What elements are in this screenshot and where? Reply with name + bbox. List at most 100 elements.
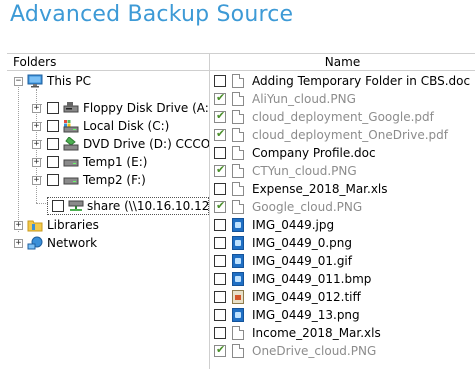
local-disk-icon <box>63 119 79 133</box>
file-row[interactable]: Expense_2018_Mar.xls <box>210 180 475 198</box>
document-icon <box>232 146 244 160</box>
file-name: Company Profile.doc <box>252 146 376 160</box>
tree-node-label: Temp1 (E:) <box>83 155 148 169</box>
file-checkbox[interactable] <box>214 219 226 231</box>
image-file-icon <box>232 254 244 268</box>
tree-node-label: Local Disk (C:) <box>83 119 170 133</box>
file-row[interactable]: Company Profile.doc <box>210 144 475 162</box>
file-row[interactable]: OneDrive_cloud.PNG <box>210 342 475 360</box>
tree-node-temp1[interactable]: + Temp1 (E:) <box>7 153 147 171</box>
file-row[interactable]: AliYun_cloud.PNG <box>210 90 475 108</box>
expand-icon[interactable]: + <box>14 220 23 230</box>
expand-icon[interactable]: + <box>32 175 41 185</box>
file-name: Expense_2018_Mar.xls <box>252 182 388 196</box>
floppy-drive-icon <box>63 101 79 115</box>
files-pane: Name Adding Temporary Folder in CBS.doc A… <box>209 53 475 369</box>
tree-node-dvd-drive[interactable]: + DVD Drive (D:) CCCOM <box>7 135 209 153</box>
tree-node-temp2[interactable]: + Temp2 (F:) <box>7 171 146 189</box>
document-icon <box>232 164 244 178</box>
expand-icon[interactable]: + <box>14 238 23 248</box>
file-row[interactable]: Income_2018_Mar.xls <box>210 324 475 342</box>
file-name: IMG_0449_011.bmp <box>252 272 372 286</box>
file-checkbox[interactable] <box>214 199 226 213</box>
file-name: cloud_deployment_OneDrive.pdf <box>252 128 448 142</box>
folder-tree: − This PC + Floppy Disk Drive (A:) + Loc… <box>7 71 209 369</box>
file-checkbox[interactable] <box>214 147 226 159</box>
image-file-icon <box>232 272 244 286</box>
file-row[interactable]: IMG_0449_011.bmp <box>210 270 475 288</box>
file-row[interactable]: Adding Temporary Folder in CBS.doc <box>210 72 475 90</box>
page-title: Advanced Backup Source <box>10 2 294 27</box>
file-row[interactable]: cloud_deployment_OneDrive.pdf <box>210 126 475 144</box>
tree-node-label: Floppy Disk Drive (A:) <box>83 101 209 115</box>
file-checkbox[interactable] <box>214 309 226 321</box>
file-name: IMG_0449_13.png <box>252 308 360 322</box>
network-icon <box>27 236 43 250</box>
file-name: IMG_0449_012.tiff <box>252 290 361 304</box>
file-row[interactable]: cloud_deployment_Google.pdf <box>210 108 475 126</box>
tree-node-label: This PC <box>47 74 91 88</box>
network-drive-icon <box>68 199 84 213</box>
image-file-icon <box>232 290 244 304</box>
file-checkbox[interactable] <box>214 91 226 105</box>
tree-node-checkbox[interactable] <box>47 174 59 186</box>
file-row[interactable]: IMG_0449_13.png <box>210 306 475 324</box>
collapse-icon[interactable]: − <box>14 76 23 86</box>
file-row[interactable]: Google_cloud.PNG <box>210 198 475 216</box>
file-name: IMG_0449.jpg <box>252 218 335 232</box>
document-icon <box>232 128 244 142</box>
file-checkbox[interactable] <box>214 237 226 249</box>
tree-node-floppy-drive[interactable]: + Floppy Disk Drive (A:) <box>7 99 209 117</box>
tree-node-this-pc[interactable]: − This PC <box>7 72 91 90</box>
file-name: CTYun_cloud.PNG <box>252 164 357 178</box>
file-checkbox[interactable] <box>214 273 226 285</box>
tree-node-checkbox[interactable] <box>47 138 59 150</box>
tree-node-checkbox[interactable] <box>47 120 59 132</box>
document-icon <box>232 182 244 196</box>
file-checkbox[interactable] <box>214 291 226 303</box>
file-row[interactable]: IMG_0449.jpg <box>210 216 475 234</box>
tree-node-label: Temp2 (F:) <box>83 173 146 187</box>
document-icon <box>232 110 244 124</box>
file-checkbox[interactable] <box>214 127 226 141</box>
file-name: AliYun_cloud.PNG <box>252 92 356 106</box>
libraries-icon <box>27 218 43 232</box>
document-icon <box>232 74 244 88</box>
tree-node-label: Network <box>47 236 98 250</box>
file-row[interactable]: IMG_0449_0.png <box>210 234 475 252</box>
image-file-icon <box>232 308 244 322</box>
file-checkbox[interactable] <box>214 163 226 177</box>
monitor-icon <box>27 74 43 88</box>
name-column-header[interactable]: Name <box>210 53 475 71</box>
file-name: Income_2018_Mar.xls <box>252 326 381 340</box>
drive-icon <box>63 155 79 169</box>
file-row[interactable]: IMG_0449_01.gif <box>210 252 475 270</box>
file-checkbox[interactable] <box>214 327 226 339</box>
drive-icon <box>63 173 79 187</box>
file-checkbox[interactable] <box>214 183 226 195</box>
tree-node-checkbox[interactable] <box>52 200 64 212</box>
file-name: OneDrive_cloud.PNG <box>252 344 377 358</box>
tree-node-share[interactable]: share (\\10.16.10.12) ( <box>47 197 209 215</box>
file-checkbox[interactable] <box>214 343 226 357</box>
expand-icon[interactable]: + <box>32 121 41 131</box>
file-name: Adding Temporary Folder in CBS.doc <box>252 74 471 88</box>
expand-icon[interactable]: + <box>32 139 41 149</box>
file-checkbox[interactable] <box>214 255 226 267</box>
tree-node-local-disk[interactable]: + Local Disk (C:) <box>7 117 169 135</box>
tree-node-checkbox[interactable] <box>47 102 59 114</box>
tree-node-network[interactable]: + Network <box>7 234 97 252</box>
tree-node-label: Libraries <box>47 218 99 232</box>
tree-node-libraries[interactable]: + Libraries <box>7 216 99 234</box>
expand-icon[interactable]: + <box>32 157 41 167</box>
file-name: IMG_0449_01.gif <box>252 254 352 268</box>
file-row[interactable]: IMG_0449_012.tiff <box>210 288 475 306</box>
tree-node-label: DVD Drive (D:) CCCOM <box>83 137 209 151</box>
document-icon <box>232 326 244 340</box>
file-name: cloud_deployment_Google.pdf <box>252 110 434 124</box>
file-checkbox[interactable] <box>214 75 226 87</box>
file-checkbox[interactable] <box>214 109 226 123</box>
file-row[interactable]: CTYun_cloud.PNG <box>210 162 475 180</box>
expand-icon[interactable]: + <box>32 103 41 113</box>
tree-node-checkbox[interactable] <box>47 156 59 168</box>
